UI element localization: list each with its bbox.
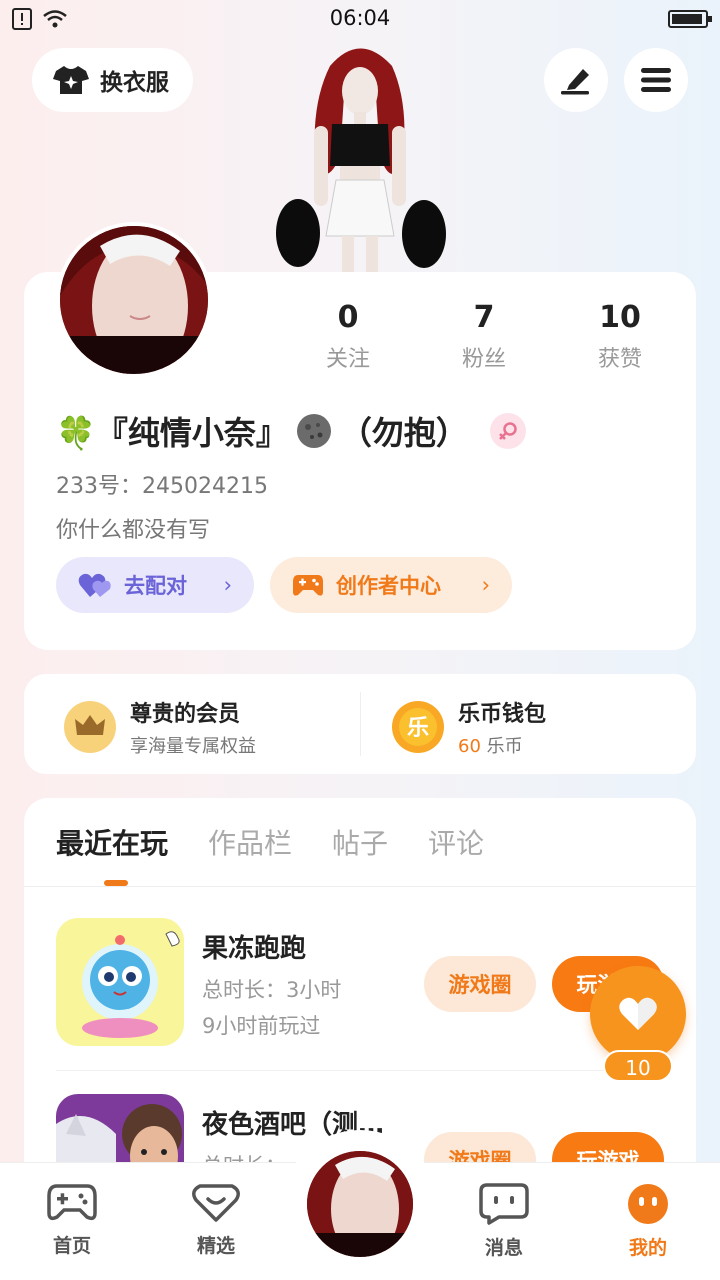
divider [56, 1070, 666, 1071]
change-outfit-button[interactable]: 换衣服 [32, 48, 193, 112]
nav-featured[interactable]: 精选 [166, 1183, 266, 1258]
wallet-balance: 60 乐币 [458, 732, 546, 758]
stat-value: 7 [473, 300, 495, 335]
creator-center-label: 创作者中心 [336, 574, 441, 598]
stat-following[interactable]: 0 关注 [280, 300, 416, 373]
divider [24, 886, 696, 887]
wallet-title: 乐币钱包 [458, 702, 547, 727]
profile-face-icon [628, 1184, 668, 1224]
tab-recent[interactable]: 最近在玩 [56, 822, 168, 862]
stat-label: 粉丝 [461, 347, 506, 372]
heart-icon [619, 997, 657, 1030]
user-id: 233号：245024215 [56, 474, 268, 499]
nav-messages[interactable]: 消息 [454, 1183, 554, 1260]
user-bio: 你什么都没有写 [56, 518, 211, 543]
stat-value: 0 [337, 300, 359, 335]
game-last-played: 9小时前玩过 [202, 1014, 321, 1038]
profile-avatar[interactable] [56, 222, 212, 378]
hearts-icon [78, 573, 111, 597]
nav-avatar-button[interactable] [304, 1148, 416, 1260]
wallet-entry[interactable]: 乐 乐币钱包 60 乐币 [392, 696, 546, 758]
stat-likes[interactable]: 10 获赞 [552, 300, 688, 373]
chevron-right-icon: › [223, 573, 232, 597]
stat-label: 获赞 [597, 347, 642, 372]
female-icon [489, 413, 526, 449]
tshirt-icon [53, 66, 89, 94]
chevron-right-icon: › [481, 573, 490, 597]
tab-posts[interactable]: 帖子 [332, 822, 388, 862]
match-button[interactable]: 去配对 › [56, 557, 254, 613]
moon-icon [296, 414, 331, 448]
message-icon [479, 1183, 529, 1225]
avatar-figure[interactable] [270, 36, 450, 276]
nav-home-label: 首页 [52, 1235, 91, 1257]
membership-title: 尊贵的会员 [130, 702, 241, 727]
nickname: 🍀『纯情小奈』 （勿抱） [56, 408, 526, 454]
gamepad-icon [293, 575, 323, 596]
content-tabs: 最近在玩 作品栏 帖子 评论 [56, 822, 484, 862]
menu-icon [641, 68, 671, 92]
stat-followers[interactable]: 7 粉丝 [416, 300, 552, 373]
coin-glyph: 乐 [407, 716, 429, 741]
membership-subtitle: 享海量专属权益 [130, 736, 256, 757]
pen-icon [561, 69, 589, 95]
nav-mine-label: 我的 [628, 1237, 667, 1259]
tab-works[interactable]: 作品栏 [208, 822, 292, 862]
status-bar: 06:04 [0, 0, 720, 38]
tab-comments[interactable]: 评论 [428, 822, 484, 862]
vip-wallet-card: 尊贵的会员 享海量专属权益 乐 乐币钱包 60 乐币 [24, 674, 696, 774]
game-icon [56, 918, 184, 1046]
battery-icon [668, 10, 712, 28]
nav-featured-label: 精选 [196, 1235, 235, 1257]
nav-mine[interactable]: 我的 [598, 1183, 698, 1260]
menu-button[interactable] [624, 48, 688, 112]
coin-unit: 乐币 [486, 736, 523, 757]
heart-outline-icon [192, 1184, 240, 1222]
game-circle-button[interactable]: 游戏圈 [424, 956, 536, 1012]
divider [360, 692, 361, 756]
change-outfit-label: 换衣服 [100, 70, 169, 96]
stat-value: 10 [599, 300, 641, 335]
gamepad-icon [47, 1184, 97, 1221]
stat-label: 关注 [325, 347, 370, 372]
float-like-button[interactable] [590, 966, 686, 1062]
crown-icon [64, 701, 116, 753]
nav-home[interactable]: 首页 [22, 1183, 122, 1258]
nickname-prefix: 🍀『纯情小奈』 [56, 414, 288, 452]
like-count-badge: 10 [603, 1050, 673, 1082]
status-time: 06:04 [329, 6, 391, 30]
profile-stats: 0 关注 7 粉丝 10 获赞 [280, 300, 688, 373]
coin-count: 60 [458, 736, 481, 757]
nickname-suffix: （勿抱） [339, 414, 468, 452]
membership-entry[interactable]: 尊贵的会员 享海量专属权益 [64, 696, 256, 758]
creator-center-button[interactable]: 创作者中心 › [270, 557, 512, 613]
match-label: 去配对 [124, 574, 187, 598]
game-name: 果冻跑跑 [202, 934, 307, 964]
game-duration: 总时长：3小时 [202, 978, 342, 1002]
edit-profile-button[interactable] [544, 48, 608, 112]
nav-messages-label: 消息 [484, 1237, 523, 1259]
list-item[interactable]: 果冻跑跑 总时长：3小时 9小时前玩过 游戏圈 玩游戏 [56, 918, 676, 1050]
coin-icon: 乐 [392, 701, 444, 753]
